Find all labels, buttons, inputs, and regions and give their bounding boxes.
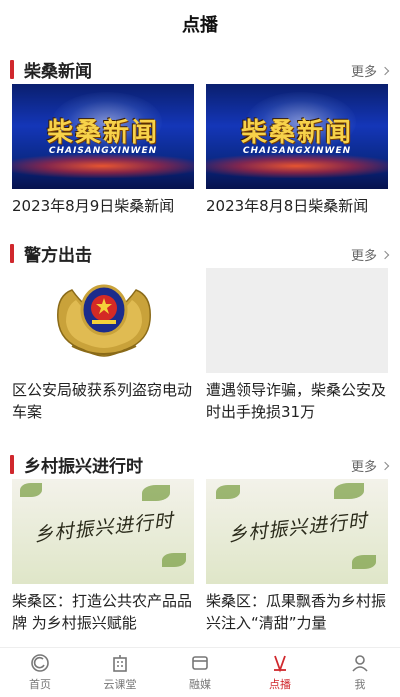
more-link[interactable]: 更多	[351, 61, 390, 80]
video-card[interactable]: 柴桑新闻 CHAISANGXINWEN 2023年8月9日柴桑新闻	[12, 84, 194, 217]
video-title: 柴桑区：打造公共农产品品牌 为乡村振兴赋能	[12, 592, 193, 632]
section-accent-bar	[10, 455, 14, 474]
leaf-decoration	[216, 485, 240, 499]
video-title: 遭遇领导诈骗，柴桑公安及时出手挽损31万	[206, 381, 387, 421]
top-bar: 点播	[0, 0, 400, 48]
leaf-decoration	[334, 483, 364, 499]
program-logo-text: 乡村振兴进行时	[33, 509, 175, 547]
tab-home[interactable]: 首页	[0, 648, 80, 697]
leaf-decoration	[20, 483, 42, 497]
section-police: 警方出击 更多 区公安局破获系列盗窃电动车案 遭遇领导诈骗，柴桑公安及时出手挽损…	[0, 238, 400, 438]
section-header: 警方出击 更多	[0, 238, 400, 268]
tab-me[interactable]: 我	[320, 648, 400, 697]
more-link[interactable]: 更多	[351, 245, 390, 264]
program-logo-text: 乡村振兴进行时	[227, 509, 369, 547]
police-badge-icon	[57, 284, 151, 357]
media-icon	[189, 653, 211, 673]
news-logo-subtext: CHAISANGXINWEN	[48, 146, 158, 156]
tab-cloud-class[interactable]: 云课堂	[80, 648, 160, 697]
leaf-decoration	[142, 485, 170, 501]
video-thumbnail: 乡村振兴进行时	[206, 479, 388, 584]
section-accent-bar	[10, 60, 14, 79]
video-card[interactable]: 区公安局破获系列盗窃电动车案	[12, 268, 194, 423]
page-title: 点播	[182, 15, 218, 36]
user-icon	[349, 653, 371, 673]
video-card[interactable]: 乡村振兴进行时 柴桑区：瓜果飘香为乡村振兴注入“清甜”力量	[206, 479, 388, 634]
video-thumbnail	[206, 268, 388, 373]
news-logo-text: 柴桑新闻	[46, 118, 159, 148]
more-link[interactable]: 更多	[351, 456, 390, 475]
section-title: 警方出击	[24, 246, 92, 266]
video-thumbnail	[12, 268, 194, 373]
video-title: 2023年8月9日柴桑新闻	[12, 197, 175, 215]
news-logo-subtext: CHAISANGXINWEN	[242, 146, 352, 156]
leaf-decoration	[162, 553, 186, 567]
chevron-right-icon	[380, 250, 390, 259]
building-icon	[109, 653, 131, 673]
section-header: 乡村振兴进行时 更多	[0, 449, 400, 479]
section-header: 柴桑新闻 更多	[0, 54, 400, 84]
section-title: 乡村振兴进行时	[24, 457, 143, 477]
video-card[interactable]: 遭遇领导诈骗，柴桑公安及时出手挽损31万	[206, 268, 388, 423]
section-chaisang-news: 柴桑新闻 更多 柴桑新闻 CHAISANGXINWEN 2023年8月9日柴桑新…	[0, 54, 400, 254]
video-card[interactable]: 柴桑新闻 CHAISANGXINWEN 2023年8月8日柴桑新闻	[206, 84, 388, 217]
tab-vod[interactable]: 点播	[240, 648, 320, 697]
news-logo-text: 柴桑新闻	[240, 118, 353, 148]
video-card[interactable]: 乡村振兴进行时 柴桑区：打造公共农产品品牌 为乡村振兴赋能	[12, 479, 194, 634]
section-rural-revitalization: 乡村振兴进行时 更多 乡村振兴进行时 柴桑区：打造公共农产品品牌 为乡村振兴赋能…	[0, 449, 400, 649]
video-thumbnail: 柴桑新闻 CHAISANGXINWEN	[206, 84, 388, 189]
video-thumbnail: 乡村振兴进行时	[12, 479, 194, 584]
tab-media[interactable]: 融媒	[160, 648, 240, 697]
video-title: 区公安局破获系列盗窃电动车案	[12, 381, 193, 421]
play-icon	[269, 653, 291, 673]
video-thumbnail: 柴桑新闻 CHAISANGXINWEN	[12, 84, 194, 189]
section-accent-bar	[10, 244, 14, 263]
video-title: 2023年8月8日柴桑新闻	[206, 197, 369, 215]
home-icon	[29, 653, 51, 673]
bottom-tab-bar: 首页 云课堂 融媒 点播 我	[0, 647, 400, 697]
section-title: 柴桑新闻	[24, 62, 92, 82]
video-title: 柴桑区：瓜果飘香为乡村振兴注入“清甜”力量	[206, 592, 387, 632]
chevron-right-icon	[380, 66, 390, 75]
chevron-right-icon	[380, 461, 390, 470]
leaf-decoration	[352, 555, 376, 569]
